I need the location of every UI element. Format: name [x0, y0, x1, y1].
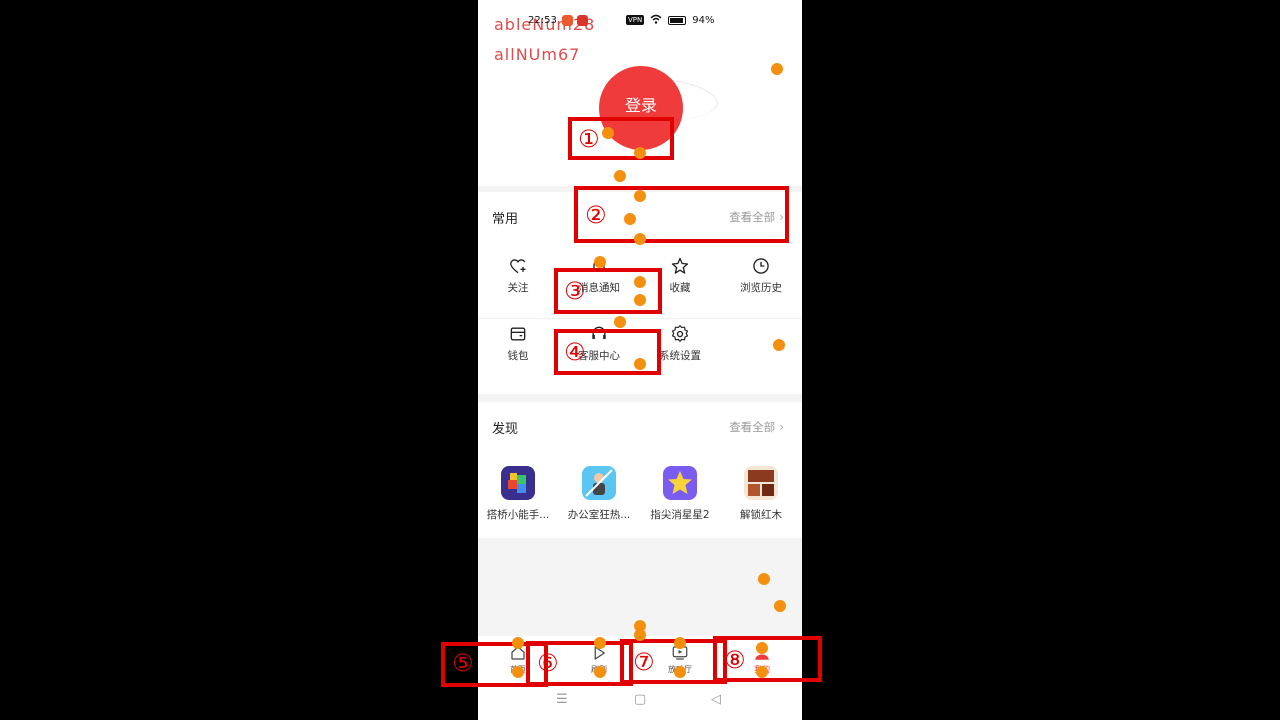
marker-dot — [512, 666, 524, 678]
bridge-game-icon — [501, 466, 535, 500]
annotation-number-8: ⑧ — [724, 646, 746, 674]
system-nav-bar: ☰ ▢ ◁ — [478, 684, 802, 720]
notification-app-icon — [577, 15, 588, 26]
status-time: 22:53 — [528, 15, 557, 26]
discover-app[interactable]: 解锁红木 — [721, 466, 801, 522]
marker-dot — [634, 190, 646, 202]
discover-app-label: 搭桥小能手... — [486, 509, 550, 521]
discover-app-label: 解锁红木 — [740, 509, 782, 521]
chevron-right-icon: › — [779, 420, 784, 434]
marker-dot — [758, 573, 770, 585]
marker-dot — [634, 147, 646, 159]
vpn-icon: VPN — [626, 15, 645, 25]
gear-icon — [671, 324, 689, 342]
annotation-number-6: ⑥ — [537, 649, 559, 677]
wallet-icon — [510, 327, 526, 341]
annotation-number-2: ② — [585, 201, 607, 229]
wifi-icon — [650, 14, 662, 27]
marker-dot — [594, 637, 606, 649]
marker-dot — [634, 358, 646, 370]
annotation-number-4: ④ — [564, 338, 586, 366]
screenshot-stage: ableNum28 allNUm67 登录 22:53 VPN 94% 常用 查… — [0, 0, 1280, 720]
status-icons: VPN 94% — [626, 13, 714, 27]
marker-dot — [634, 233, 646, 245]
marker-dot — [756, 642, 768, 654]
discover-app[interactable]: 办公室狂热... — [559, 466, 639, 522]
common-item-label: 钱包 — [507, 350, 529, 362]
marker-dot — [634, 294, 646, 306]
common-title: 常用 — [492, 212, 519, 227]
marker-dot — [771, 63, 783, 75]
office-game-icon — [582, 466, 616, 500]
marker-dot — [773, 339, 785, 351]
notification-app-icon — [562, 15, 573, 26]
marker-dot — [674, 637, 686, 649]
common-item-follow[interactable]: 关注 — [478, 256, 558, 295]
login-label: 登录 — [624, 96, 657, 115]
overlay-label-2: allNUm67 — [494, 45, 581, 64]
marker-dot — [512, 637, 524, 649]
marker-dot — [634, 629, 646, 641]
battery-percent: 94% — [692, 14, 715, 26]
common-item-history[interactable]: 浏览历史 — [721, 256, 801, 295]
menu-icon[interactable]: ☰ — [556, 692, 568, 707]
heart-plus-icon — [510, 259, 526, 274]
marker-dot — [634, 276, 646, 288]
marker-dot — [594, 666, 606, 678]
discover-section: 发现 查看全部 › 搭桥小能手... 办公室狂热... 指尖消星星2 解锁红木 — [478, 402, 802, 538]
marker-dot — [614, 170, 626, 182]
discover-app[interactable]: 搭桥小能手... — [478, 466, 558, 522]
annotation-number-1: ① — [578, 125, 600, 153]
clock-icon — [753, 258, 769, 274]
discover-app-label: 指尖消星星2 — [650, 509, 710, 521]
discover-view-all-label: 查看全部 — [729, 420, 776, 434]
discover-view-all[interactable]: 查看全部 › — [729, 419, 784, 435]
star-game-icon — [663, 466, 697, 500]
back-icon[interactable]: ◁ — [711, 692, 721, 707]
annotation-number-7: ⑦ — [633, 648, 655, 676]
battery-icon — [668, 15, 687, 25]
marker-dot — [594, 256, 606, 268]
annotation-number-3: ③ — [564, 277, 586, 305]
discover-app-label: 办公室狂热... — [567, 509, 631, 521]
marker-dot — [674, 666, 686, 678]
marker-dot — [614, 316, 626, 328]
wood-game-icon — [744, 466, 778, 500]
marker-dot — [602, 127, 614, 139]
common-item-label: 浏览历史 — [740, 282, 782, 294]
discover-title: 发现 — [492, 422, 519, 437]
common-item-label: 关注 — [507, 282, 529, 294]
marker-dot — [774, 600, 786, 612]
discover-app[interactable]: 指尖消星星2 — [640, 466, 720, 522]
status-bar: 22:53 VPN 94% — [478, 0, 802, 44]
common-item-wallet[interactable]: 钱包 — [478, 324, 558, 363]
marker-dot — [624, 213, 636, 225]
star-icon — [671, 257, 689, 274]
marker-dot — [756, 666, 768, 678]
divider — [478, 318, 802, 319]
annotation-number-5: ⑤ — [452, 649, 474, 677]
home-square-icon[interactable]: ▢ — [634, 692, 646, 707]
